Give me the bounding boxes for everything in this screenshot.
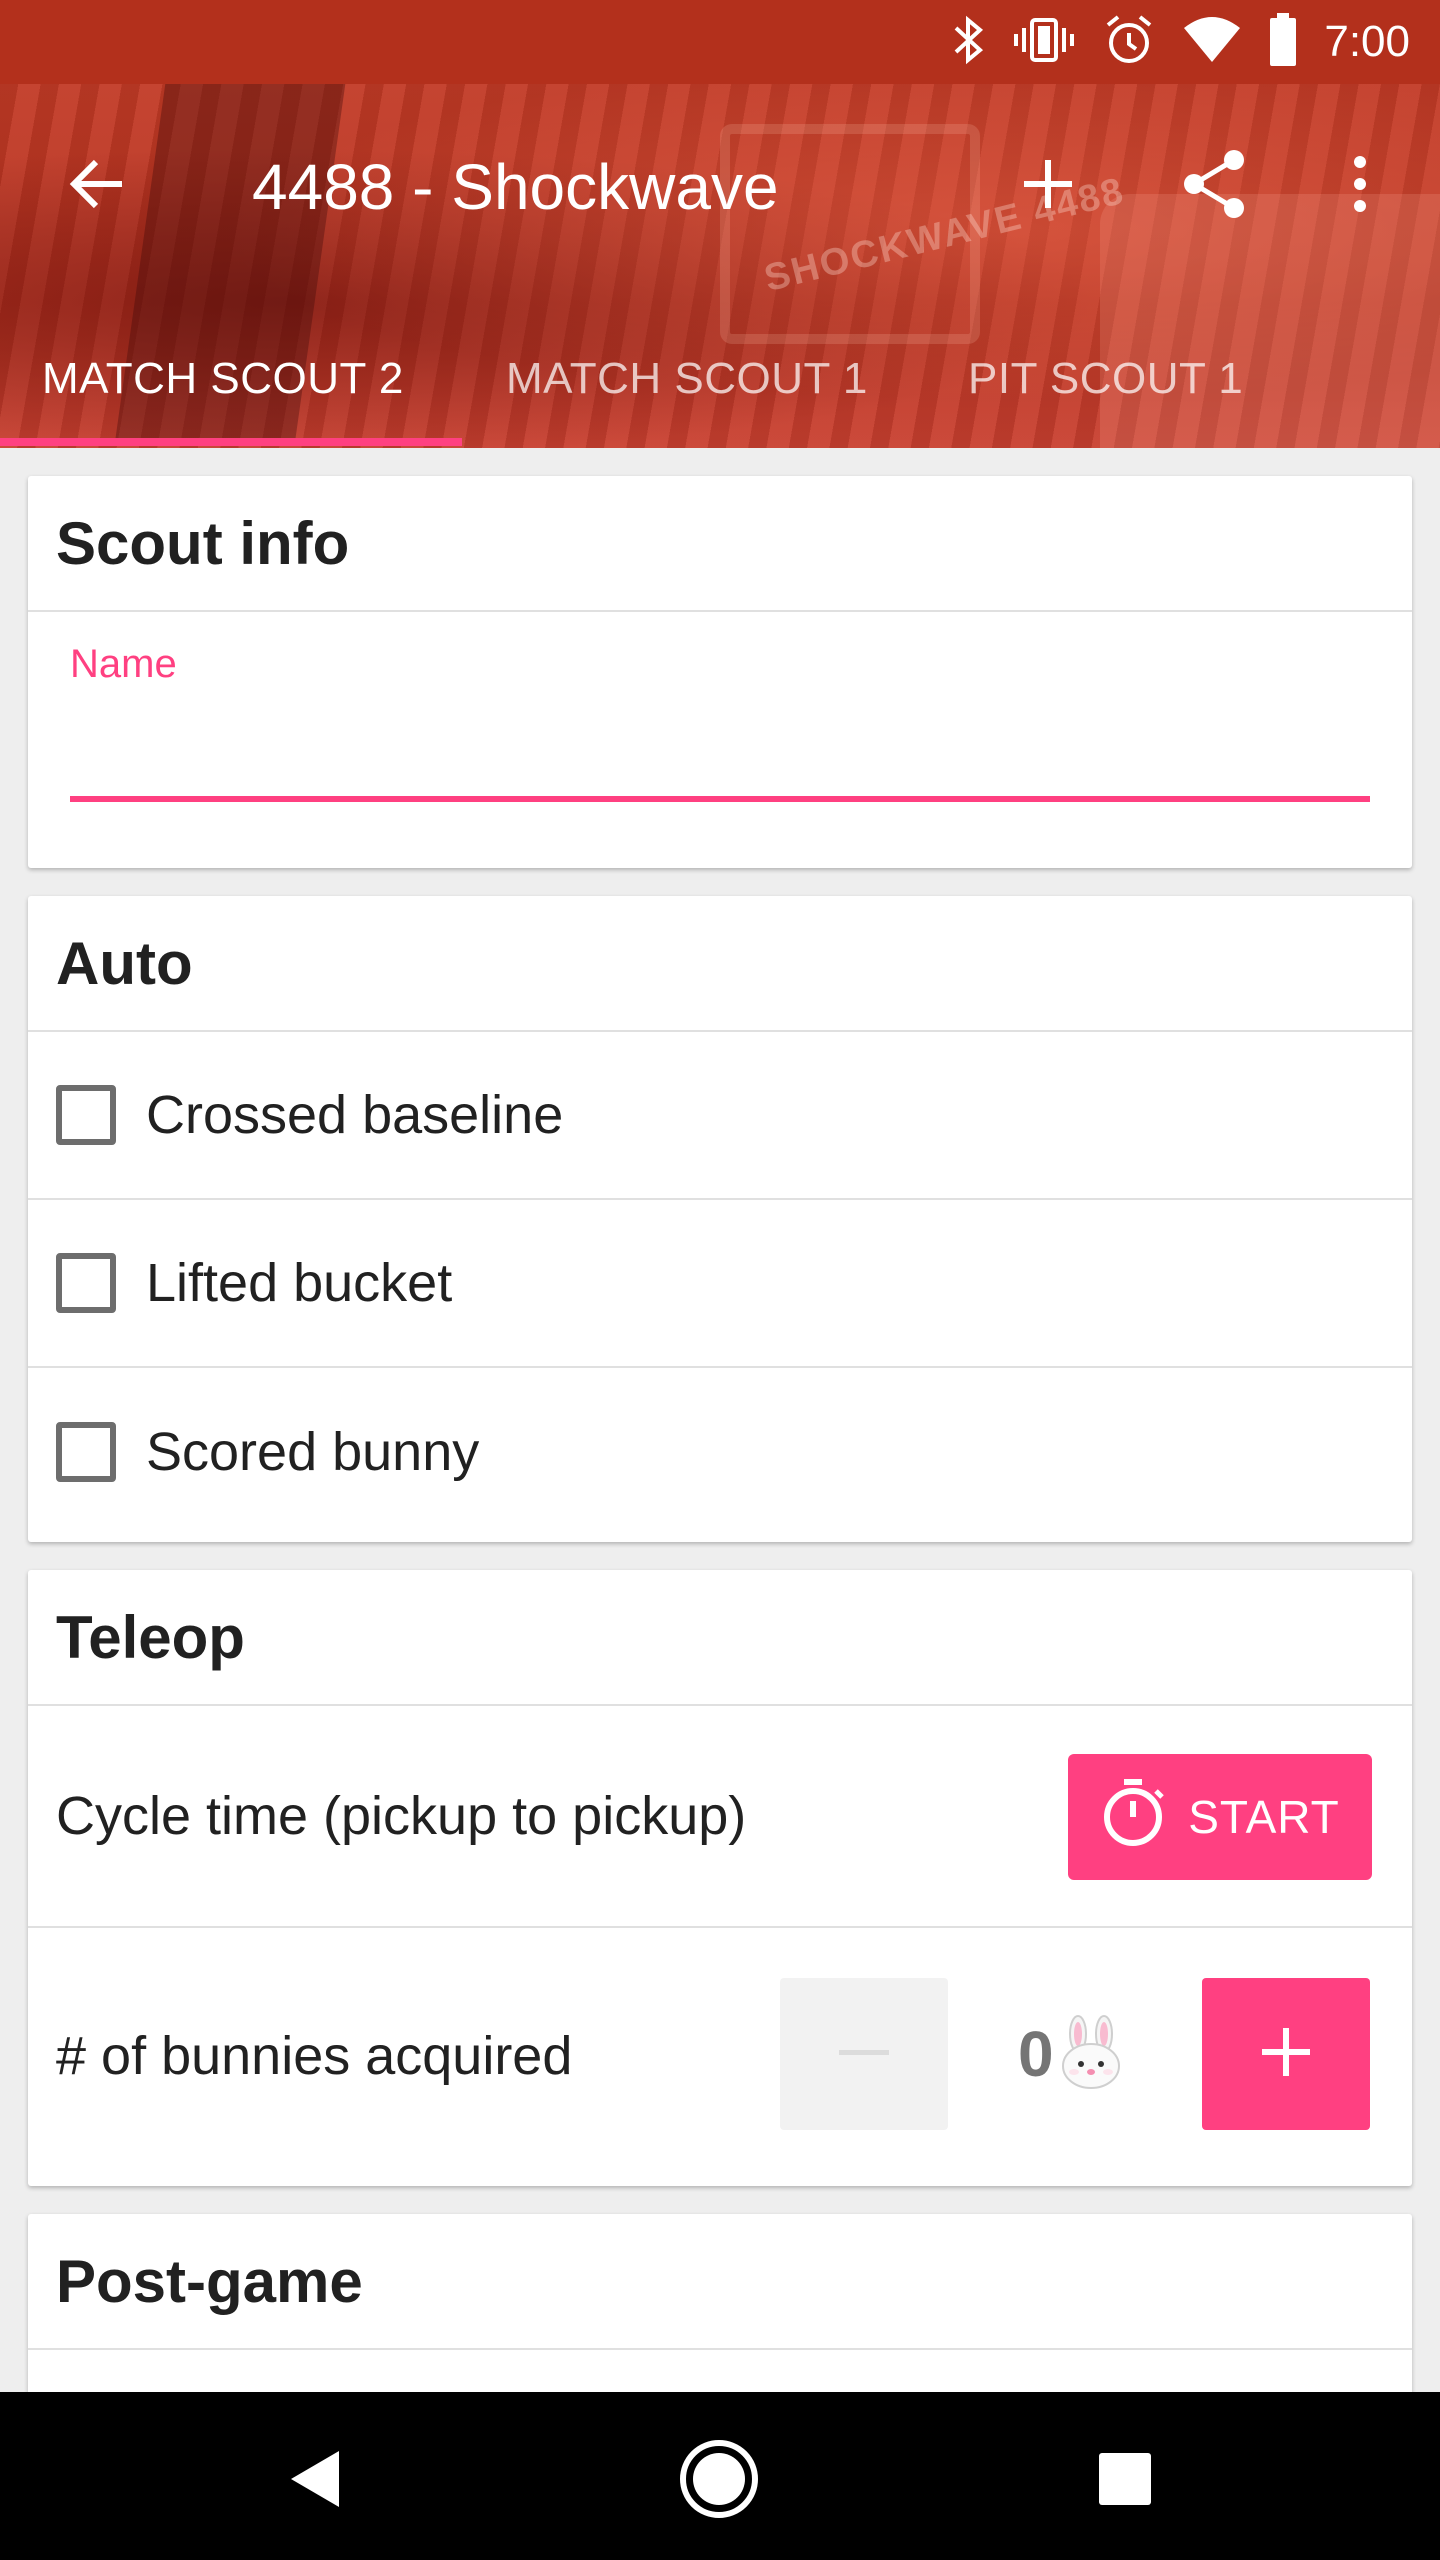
section-title: Scout info [28,476,1412,612]
add-button[interactable] [1008,146,1088,226]
back-button[interactable] [58,146,138,226]
nav-recents-icon [1097,2451,1153,2512]
tab-bar: MATCH SCOUT 2 MATCH SCOUT 1 PIT SCOUT 1 [0,354,1440,448]
name-field-label: Name [70,642,177,686]
minus-icon [839,2045,889,2063]
scout-info-card: Scout info Name [28,476,1412,868]
checkbox-row-scored-bunny[interactable]: Scored bunny [28,1368,1412,1536]
wifi-icon [1182,16,1242,69]
plus-icon [1258,2024,1314,2085]
counter-display: 0 [1018,1978,1124,2130]
name-input[interactable] [70,722,1370,792]
nav-back-button[interactable] [270,2436,360,2526]
checkbox-row-lifted-bucket[interactable]: Lifted bucket [28,1200,1412,1368]
checkbox-label: Crossed baseline [146,1085,564,1145]
counter-label: # of bunnies acquired [56,2026,573,2086]
page-title: 4488 - Shockwave [252,151,779,223]
share-icon [1180,148,1248,225]
alarm-icon [1102,13,1156,72]
start-timer-button[interactable]: START [1068,1754,1372,1880]
section-title: Teleop [28,1570,1412,1706]
battery-icon [1268,12,1298,72]
status-bar: 7:00 [0,0,1440,84]
cycle-time-label: Cycle time (pickup to pickup) [56,1786,747,1846]
counter-value: 0 [1018,2018,1054,2090]
auto-card: Auto Crossed baseline Lifted bucket Scor… [28,896,1412,1542]
bunnies-counter-row: # of bunnies acquired 0 [28,1928,1412,2184]
increment-button[interactable] [1202,1978,1370,2130]
tab-match-scout-2[interactable]: MATCH SCOUT 2 [42,354,404,448]
name-field-underline [70,796,1370,802]
bunny-emoji-icon [1058,2014,1124,2095]
checkbox[interactable] [56,1253,116,1313]
nav-back-icon [287,2447,343,2516]
nav-home-icon [677,2437,761,2526]
tab-indicator [0,438,462,446]
timer-icon [1100,1777,1166,1858]
name-field: Name [28,612,1412,866]
start-label: START [1188,1791,1340,1843]
checkbox[interactable] [56,1085,116,1145]
tab-match-scout-1[interactable]: MATCH SCOUT 1 [506,354,868,448]
nav-home-button[interactable] [674,2436,764,2526]
app-bar: SHOCKWAVE 4488 4488 - Shockwave MATCH SC… [0,84,1440,448]
checkbox-row-crossed-baseline[interactable]: Crossed baseline [28,1032,1412,1200]
decrement-button[interactable] [780,1978,948,2130]
section-title: Auto [28,896,1412,1032]
section-title: Post-game [28,2214,1412,2350]
tab-pit-scout-1[interactable]: PIT SCOUT 1 [968,354,1243,448]
share-button[interactable] [1174,146,1254,226]
checkbox-label: Scored bunny [146,1422,480,1482]
more-options-button[interactable] [1330,146,1390,226]
post-game-card: Post-game [28,2214,1412,2414]
nav-recents-button[interactable] [1080,2436,1170,2526]
checkbox-label: Lifted bucket [146,1253,453,1313]
vibrate-icon [1012,14,1076,71]
clock-time: 7:00 [1324,17,1410,66]
checkbox[interactable] [56,1422,116,1482]
system-navigation-bar [0,2392,1440,2560]
back-arrow-icon [66,152,130,221]
teleop-card: Teleop Cycle time (pickup to pickup) STA… [28,1570,1412,2186]
bluetooth-icon [952,14,986,71]
more-vert-icon [1352,154,1368,219]
add-icon [1020,156,1076,217]
cycle-time-row: Cycle time (pickup to pickup) START [28,1706,1412,1928]
